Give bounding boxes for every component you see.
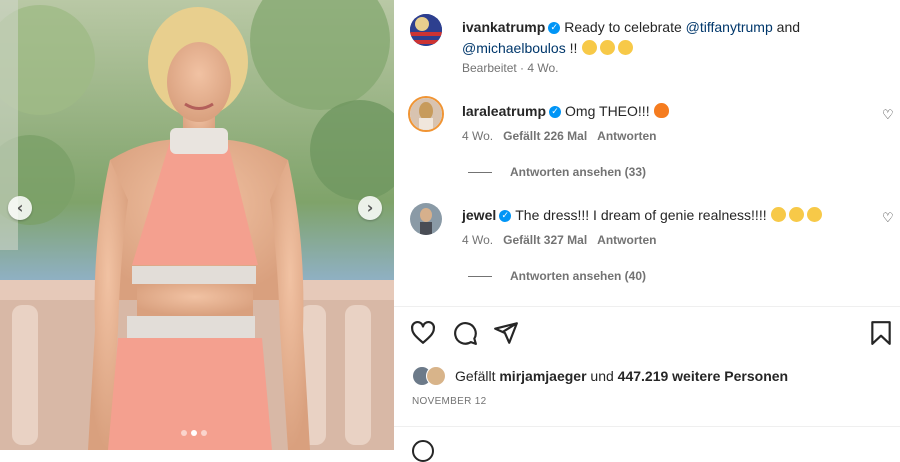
heart-eyes-emoji: [771, 207, 787, 222]
likes-summary: Gefällt mirjamjaeger und 447.219 weitere…: [455, 367, 788, 385]
next-image-button[interactable]: ›: [358, 196, 382, 220]
comment-text: The dress!!! I dream of genie realness!!…: [515, 207, 767, 223]
view-replies-label: Antworten ansehen (33): [510, 165, 647, 179]
comment: jewel ✓ The dress!!! I dream of genie real…: [462, 205, 825, 226]
likes-mid: und: [590, 368, 614, 384]
commenter-avatar-image: [410, 98, 442, 130]
divider-line: [468, 275, 492, 277]
post-details-panel: ivankatrump ✓ Ready to celebrate @tiffanyt…: [394, 0, 900, 462]
heart-icon: [411, 320, 435, 344]
party-face-emoji: [599, 40, 615, 55]
view-replies-label: Antworten ansehen (40): [510, 269, 647, 283]
caption: ivankatrump ✓ Ready to celebrate @tiffanyt…: [462, 17, 882, 59]
comment-meta: 4 Wo. Gefällt 226 Mal Antworten: [462, 129, 657, 143]
divider-line: [468, 171, 492, 173]
like-button[interactable]: [410, 320, 436, 351]
comment-meta: 4 Wo. Gefällt 327 Mal Antworten: [462, 233, 657, 247]
section-divider: [394, 306, 900, 307]
author-avatar[interactable]: [410, 14, 442, 46]
chevron-left-icon: ‹: [16, 198, 24, 217]
caption-text: !!: [565, 40, 578, 56]
party-face-emoji: [617, 40, 633, 55]
liker-avatars[interactable]: [412, 364, 452, 386]
edited-timestamp: Bearbeitet · 4 Wo.: [462, 61, 559, 75]
heart-eyes-emoji: [789, 207, 805, 222]
author-username[interactable]: ivankatrump: [462, 19, 545, 35]
view-replies-button[interactable]: Antworten ansehen (40): [468, 269, 646, 283]
post-date: NOVEMBER 12: [412, 396, 487, 407]
mention-link[interactable]: @michaelboulos: [462, 40, 566, 56]
flag-avatar-image: [410, 14, 442, 46]
verified-icon: ✓: [499, 209, 512, 222]
post-image: ‹ ›: [0, 0, 394, 450]
comment-button[interactable]: [452, 320, 478, 351]
commenter-avatar[interactable]: [408, 96, 444, 132]
chevron-right-icon: ›: [366, 198, 374, 217]
comment-text: Omg THEO!!!: [565, 103, 650, 119]
section-divider: [394, 426, 900, 427]
view-replies-button[interactable]: Antworten ansehen (33): [468, 165, 646, 179]
emoji-picker-icon[interactable]: [412, 440, 434, 462]
reply-button[interactable]: Antworten: [597, 129, 656, 143]
caption-text: Ready to celebrate: [564, 19, 686, 35]
comment-age: 4 Wo.: [462, 233, 494, 247]
comment-likes[interactable]: Gefällt 327 Mal: [503, 233, 587, 247]
save-button[interactable]: [868, 320, 894, 351]
previous-image-button[interactable]: ‹: [8, 196, 32, 220]
carousel-dot: [201, 430, 207, 436]
heart-eyes-emoji: [807, 207, 823, 222]
comment-username[interactable]: jewel: [462, 207, 496, 223]
comment-icon: [454, 322, 477, 345]
comment-like-icon[interactable]: ♡: [882, 108, 894, 123]
comment-username[interactable]: laraleatrump: [462, 103, 546, 119]
mention-link[interactable]: @tiffanytrump: [686, 19, 773, 35]
caption-text: and: [772, 19, 801, 35]
comment-likes[interactable]: Gefällt 226 Mal: [503, 129, 587, 143]
liker-avatar: [426, 366, 446, 386]
verified-icon: ✓: [549, 105, 562, 118]
verified-icon: ✓: [548, 21, 561, 34]
post-photo: [0, 0, 394, 450]
share-icon: [494, 322, 518, 344]
comment: laraleatrump ✓ Omg THEO!!!: [462, 101, 672, 122]
share-button[interactable]: [493, 320, 519, 351]
likes-others-link[interactable]: 447.219 weitere Personen: [618, 368, 788, 384]
likes-prefix: Gefällt: [455, 368, 496, 384]
party-face-emoji: [581, 40, 597, 55]
carousel-dot-active: [191, 430, 197, 436]
commenter-avatar-image: [410, 203, 442, 235]
liker-username[interactable]: mirjamjaeger: [499, 368, 586, 384]
comment-like-icon[interactable]: ♡: [882, 211, 894, 226]
comment-age: 4 Wo.: [462, 129, 494, 143]
fire-emoji: [654, 103, 670, 118]
commenter-avatar[interactable]: [410, 203, 442, 235]
bookmark-icon: [871, 321, 891, 345]
carousel-indicator: [181, 430, 207, 436]
reply-button[interactable]: Antworten: [597, 233, 656, 247]
carousel-dot: [181, 430, 187, 436]
